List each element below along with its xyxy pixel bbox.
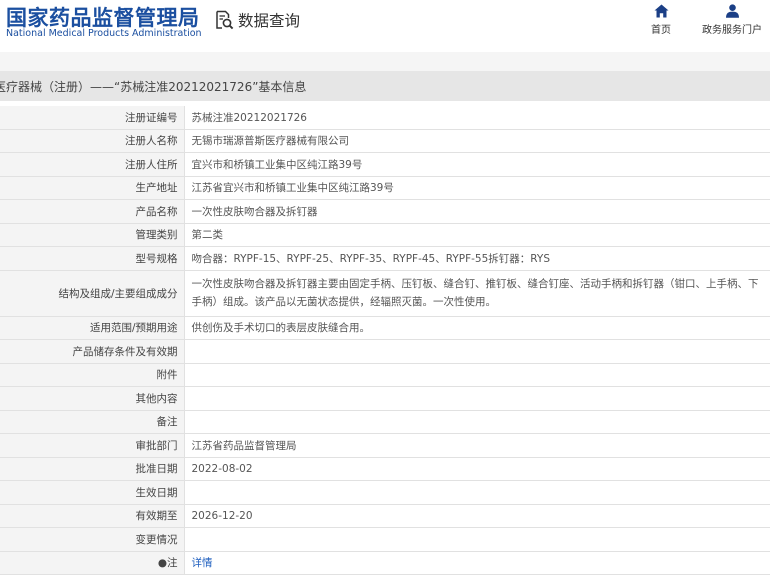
field-label: 型号规格 <box>0 246 185 271</box>
field-label: 附件 <box>0 363 185 387</box>
table-row: 批准日期 2022-08-02 <box>0 457 770 481</box>
site-logo-en[interactable]: National Medical Products Administration <box>6 28 202 39</box>
table-row: 产品储存条件及有效期 <box>0 339 770 364</box>
search-document-icon <box>216 10 234 30</box>
table-row: 生产地址 江苏省宜兴市和桥镇工业集中区纯江路39号 <box>0 176 770 200</box>
table-row: 注册人住所 宜兴市和桥镇工业集中区纯江路39号 <box>0 152 770 177</box>
field-value <box>184 386 770 411</box>
nav-gov-service-label: 政务服务门户 <box>702 25 762 36</box>
field-value <box>184 480 770 505</box>
field-label: 变更情况 <box>0 527 185 552</box>
table-row: ●注 详情 <box>0 551 770 575</box>
table-row: 审批部门 江苏省药品监督管理局 <box>0 433 770 458</box>
field-label: 注册证编号 <box>0 106 185 130</box>
field-value: 吻合器：RYPF-15、RYPF-25、RYPF-35、RYPF-45、RYPF… <box>184 246 770 271</box>
table-row: 备注 <box>0 410 770 434</box>
table-row: 生效日期 <box>0 480 770 505</box>
field-label: 注册人住所 <box>0 152 185 177</box>
field-value: 苏械注准20212021726 <box>184 106 770 130</box>
field-label: 结构及组成/主要组成成分 <box>0 270 185 317</box>
field-label: 管理类别 <box>0 223 185 247</box>
table-row: 适用范围/预期用途 供创伤及手术切口的表层皮肤缝合用。 <box>0 316 770 340</box>
nav-gov-service[interactable]: 政务服务门户 <box>700 4 764 36</box>
header-divider-band <box>0 52 770 71</box>
field-value: 江苏省宜兴市和桥镇工业集中区纯江路39号 <box>184 176 770 200</box>
field-label: 备注 <box>0 410 185 434</box>
nav-home-label: 首页 <box>651 25 671 36</box>
field-value: 2022-08-02 <box>184 457 770 481</box>
field-label: 生效日期 <box>0 480 185 505</box>
field-label: ●注 <box>0 551 185 575</box>
field-value: 一次性皮肤吻合器及拆钉器 <box>184 199 770 224</box>
table-row: 注册证编号 苏械注准20212021726 <box>0 106 770 130</box>
field-value <box>184 363 770 387</box>
table-row: 型号规格 吻合器：RYPF-15、RYPF-25、RYPF-35、RYPF-45、… <box>0 246 770 271</box>
field-label: 审批部门 <box>0 433 185 458</box>
table-row: 结构及组成/主要组成成分 一次性皮肤吻合器及拆钉器主要由固定手柄、压钉板、缝合钉、… <box>0 270 770 317</box>
home-icon <box>654 4 668 18</box>
page-title: 医疗器械（注册）——“苏械注准20212021726”基本信息 <box>0 79 307 94</box>
page-title-bar: 医疗器械（注册）——“苏械注准20212021726”基本信息 <box>0 71 770 101</box>
field-label: 批准日期 <box>0 457 185 481</box>
field-label: 其他内容 <box>0 386 185 411</box>
detail-table: 注册证编号 苏械注准20212021726 注册人名称 无锡市瑞源普斯医疗器械有限公司… <box>0 106 770 575</box>
field-label: 有效期至 <box>0 504 185 528</box>
nav-home[interactable]: 首页 <box>644 4 678 36</box>
field-value: 宜兴市和桥镇工业集中区纯江路39号 <box>184 152 770 177</box>
field-value: 无锡市瑞源普斯医疗器械有限公司 <box>184 129 770 153</box>
details-link[interactable]: 详情 <box>192 557 213 569</box>
field-label: 产品储存条件及有效期 <box>0 339 185 364</box>
user-icon <box>725 4 739 18</box>
field-value <box>184 339 770 364</box>
table-row: 有效期至 2026-12-20 <box>0 504 770 528</box>
table-row: 注册人名称 无锡市瑞源普斯医疗器械有限公司 <box>0 129 770 153</box>
field-value <box>184 527 770 552</box>
table-row: 附件 <box>0 363 770 387</box>
site-header: 国家药品监督管理局 National Medical Products Admi… <box>0 0 770 52</box>
data-query-link[interactable]: 数据查询 <box>214 9 300 31</box>
table-row: 管理类别 第二类 <box>0 223 770 247</box>
table-row: 其他内容 <box>0 386 770 411</box>
field-value: 第二类 <box>184 223 770 247</box>
field-value: 江苏省药品监督管理局 <box>184 433 770 458</box>
field-label: 适用范围/预期用途 <box>0 316 185 340</box>
table-row: 变更情况 <box>0 527 770 552</box>
field-label: 产品名称 <box>0 199 185 224</box>
field-value <box>184 410 770 434</box>
field-value: 详情 <box>184 551 770 575</box>
field-value: 一次性皮肤吻合器及拆钉器主要由固定手柄、压钉板、缝合钉、推钉板、缝合钉座、活动手… <box>184 270 770 317</box>
field-value: 2026-12-20 <box>184 504 770 528</box>
data-query-label: 数据查询 <box>238 12 301 30</box>
field-label: 注册人名称 <box>0 129 185 153</box>
field-value: 供创伤及手术切口的表层皮肤缝合用。 <box>184 316 770 340</box>
table-row: 产品名称 一次性皮肤吻合器及拆钉器 <box>0 199 770 224</box>
field-label: 生产地址 <box>0 176 185 200</box>
